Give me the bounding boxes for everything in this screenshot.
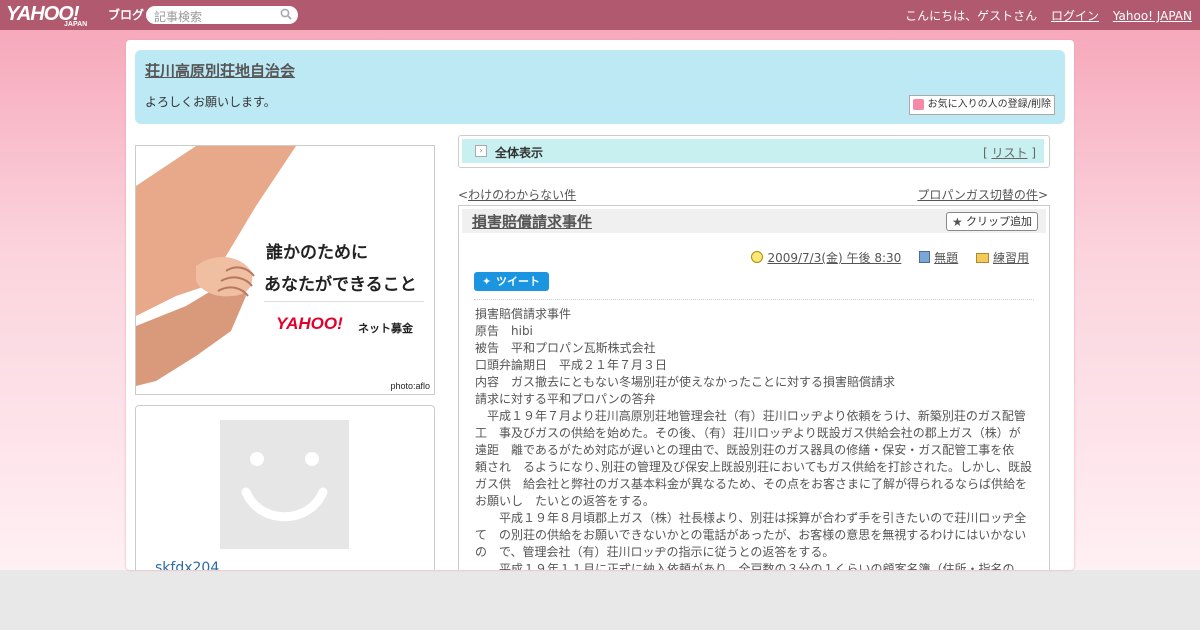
list-bracket-close: ] (1027, 146, 1036, 160)
article-divider (474, 299, 1034, 300)
article-theme-link[interactable]: 無題 (934, 251, 958, 265)
next-post-nav: プロパンガス切替の件> (917, 186, 1048, 203)
all-view-inner: › 全体表示 [ リスト ] (462, 139, 1044, 163)
article-category: 練習用 (975, 251, 1029, 265)
user-links: こんにちは、ゲストさん ログイン Yahoo! JAPAN (895, 7, 1192, 24)
article-date: 2009/7/3(金) 午後 8:30 (751, 251, 901, 265)
previous-post-nav: <わけのわからない件 (458, 186, 576, 203)
greeting-text: こんにちは、ゲストさん (905, 9, 1038, 23)
list-view-link[interactable]: リスト (991, 146, 1027, 160)
logo-japan-text: JAPAN (64, 21, 88, 28)
body-line: 平成１９年８月頃郡上ガス（株）社長様より、別荘は採算が合わず手を引きたいので荘川… (475, 511, 1027, 525)
body-line: 請求に対する平和プロパンの答弁 (475, 392, 656, 406)
body-line: 原告 hibi (475, 324, 533, 338)
body-line: 工 事及びガスの供給を始めた。その後、（有）荘川ロッヂより既設ガス供給会社の郡上… (475, 426, 1021, 440)
profile-username-link[interactable]: skfdx204 (155, 560, 219, 570)
body-line: て の別荘の供給をお願いできないかとの電話があったが、お客様の意思を無視するわけ… (475, 528, 1027, 542)
article: 損害賠償請求事件 ★ クリップ追加 2009/7/3(金) 午後 8:30 無題… (458, 205, 1050, 570)
article-title-bar: 損害賠償請求事件 ★ クリップ追加 (462, 209, 1046, 233)
blog-title-link[interactable]: 荘川高原別荘地自治会 (145, 60, 295, 81)
book-icon (919, 251, 931, 263)
article-date-link[interactable]: 2009/7/3(金) 午後 8:30 (767, 251, 901, 265)
body-line: 平成１９年７月より荘川高原別荘地管理会社（有）荘川ロッヂより依頼をうけ、新築別荘… (475, 409, 1026, 423)
body-line: ガス供 給会社と弊社のガス基本料金が異なるため、その点をお客さまに了解が得られる… (475, 477, 1028, 491)
previous-post-link[interactable]: わけのわからない件 (468, 188, 576, 202)
list-view-control: [ リスト ] (983, 144, 1036, 161)
banner-photo-credit: photo:aflo (390, 381, 430, 391)
folder-icon (975, 253, 989, 263)
body-line: 損害賠償請求事件 (475, 307, 572, 321)
search-input[interactable]: 記事検索 (154, 8, 202, 25)
clock-icon (751, 251, 764, 263)
blog-container: 荘川高原別荘地自治会 よろしくお願いします。 お気に入りの人の登録/削除 誰かの… (126, 40, 1074, 570)
tweet-label: ツイート (496, 275, 540, 288)
blog-header: 荘川高原別荘地自治会 よろしくお願いします。 お気に入りの人の登録/削除 (135, 50, 1065, 124)
chevron-right-icon: › (475, 145, 487, 157)
body-line: 平成１９年１１月に正式に納入依頼があり、全戸数の３分の１くらいの顧客名簿（住所・… (475, 562, 1015, 570)
top-navigation-bar: YAHOO! JAPAN ブログ 記事検索 こんにちは、ゲストさん ログイン Y… (0, 0, 1200, 30)
all-view-bar: › 全体表示 [ リスト ] (458, 135, 1050, 168)
banner-headline-2: あなたができること (264, 275, 417, 295)
tweet-button[interactable]: ✦ ツイート (474, 272, 549, 291)
banner-yahoo-logo: YAHOO! (276, 314, 343, 333)
favorite-register-label: お気に入りの人の登録/削除 (927, 99, 1051, 110)
blog-description: よろしくお願いします。 (145, 95, 276, 109)
next-mark: > (1037, 188, 1048, 202)
body-line: 遠距 離であるがため対応が遅いとの理由で、既設別荘のガス器具の修繕・保安・ガス配… (475, 443, 1015, 457)
twitter-bird-icon: ✦ (482, 275, 492, 288)
body-line: 頼され るようになり､別荘の管理及び保安上既設別荘においてもガス供給を打診された… (475, 460, 1033, 474)
article-body: 損害賠償請求事件 原告 hibi 被告 平和プロパン瓦斯株式会社 口頭弁論期日 … (475, 306, 1035, 570)
article-meta: 2009/7/3(金) 午後 8:30 無題 練習用 (737, 249, 1029, 266)
profile-box: skfdx204 (135, 405, 435, 570)
article-title-link[interactable]: 損害賠償請求事件 (472, 211, 592, 232)
next-post-link[interactable]: プロパンガス切替の件 (917, 188, 1038, 202)
body-line: 口頭弁論期日 平成２１年７月３日 (475, 358, 668, 372)
favorite-register-button[interactable]: お気に入りの人の登録/削除 (908, 95, 1055, 115)
clip-add-button[interactable]: ★ クリップ追加 (946, 212, 1038, 231)
banner-headline-1: 誰かのために (266, 243, 368, 263)
body-line: 内容 ガス撤去にともない冬場別荘が使えなかったことに対する損害賠償請求 (475, 375, 896, 389)
yahoo-japan-link[interactable]: Yahoo! JAPAN (1113, 9, 1192, 23)
page-footer-background (0, 570, 1200, 630)
article-category-link[interactable]: 練習用 (993, 251, 1029, 265)
banner-divider (264, 301, 424, 302)
body-line: 被告 平和プロパン瓦斯株式会社 (475, 341, 656, 355)
yahoo-blog-logo[interactable]: YAHOO! JAPAN ブログ (6, 3, 144, 28)
star-icon: ★ (952, 215, 963, 229)
donation-banner[interactable]: 誰かのために あなたができること YAHOO! ネット募金 photo:aflo (135, 145, 435, 395)
banner-service-name: ネット募金 (358, 322, 413, 335)
search-icon[interactable] (280, 8, 292, 20)
login-link[interactable]: ログイン (1051, 9, 1099, 23)
clip-add-label: クリップ追加 (966, 215, 1032, 228)
body-line: の で、管理会社（有）荘川ロッヂの指示に従うとの返答をする。 (475, 545, 835, 559)
previous-mark: < (458, 188, 469, 202)
avatar[interactable] (220, 420, 349, 549)
all-view-link[interactable]: 全体表示 (495, 144, 543, 161)
article-theme: 無題 (919, 251, 958, 265)
body-line: お願いし たいとの返答をする。 (475, 494, 655, 508)
logo-blog-text: ブログ (108, 8, 145, 22)
search-box[interactable]: 記事検索 (146, 6, 298, 24)
heart-icon (912, 99, 924, 110)
